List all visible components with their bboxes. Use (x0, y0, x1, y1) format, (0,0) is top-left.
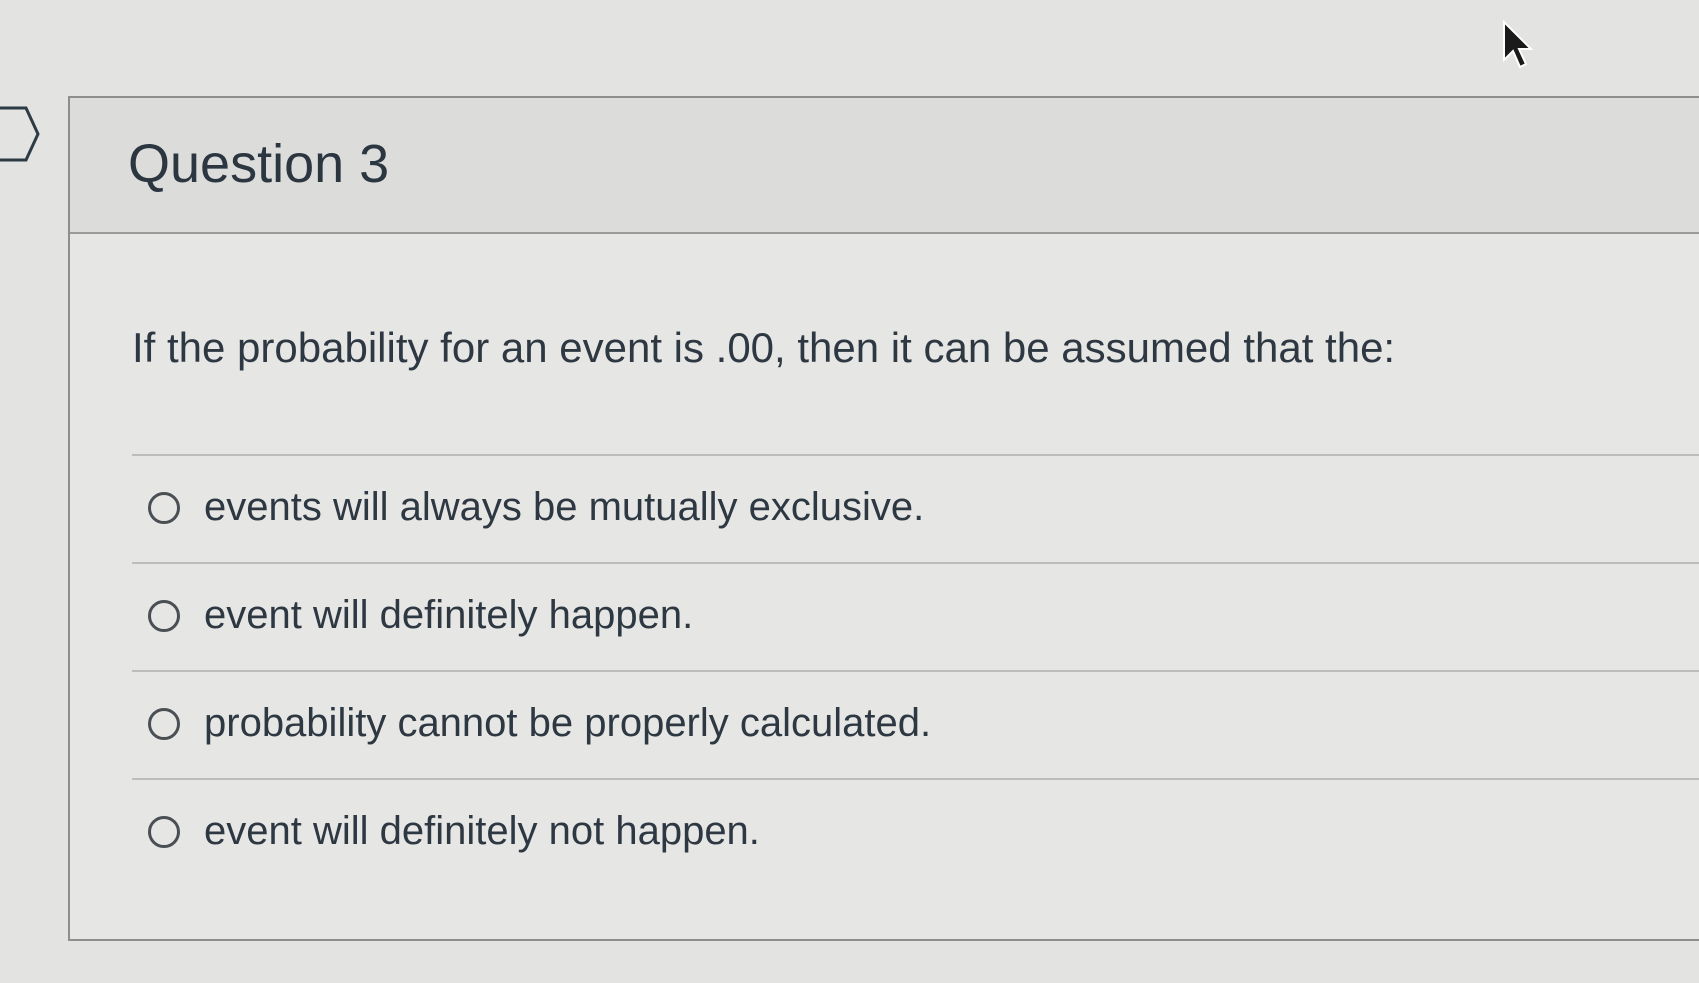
question-header: Question 3 (70, 98, 1699, 234)
radio-button[interactable] (148, 708, 180, 740)
question-text: If the probability for an event is .00, … (132, 324, 1396, 371)
radio-button[interactable] (148, 600, 180, 632)
answer-option[interactable]: event will definitely happen. (132, 562, 1699, 670)
question-title: Question 3 (128, 134, 390, 194)
answer-option[interactable]: events will always be mutually exclusive… (132, 454, 1699, 562)
radio-button[interactable] (148, 816, 180, 848)
answer-option[interactable]: event will definitely not happen. (132, 778, 1699, 886)
answer-label[interactable]: event will definitely not happen. (204, 806, 760, 856)
flag-question-icon[interactable] (0, 104, 40, 164)
answer-label[interactable]: event will definitely happen. (204, 590, 693, 640)
question-card: Question 3 If the probability for an eve… (68, 96, 1699, 941)
answer-option[interactable]: probability cannot be properly calculate… (132, 670, 1699, 778)
answer-label[interactable]: probability cannot be properly calculate… (204, 698, 931, 748)
answer-list: events will always be mutually exclusive… (132, 454, 1699, 886)
answer-label[interactable]: events will always be mutually exclusive… (204, 482, 924, 532)
radio-button[interactable] (148, 492, 180, 524)
mouse-pointer-icon (1503, 20, 1534, 69)
